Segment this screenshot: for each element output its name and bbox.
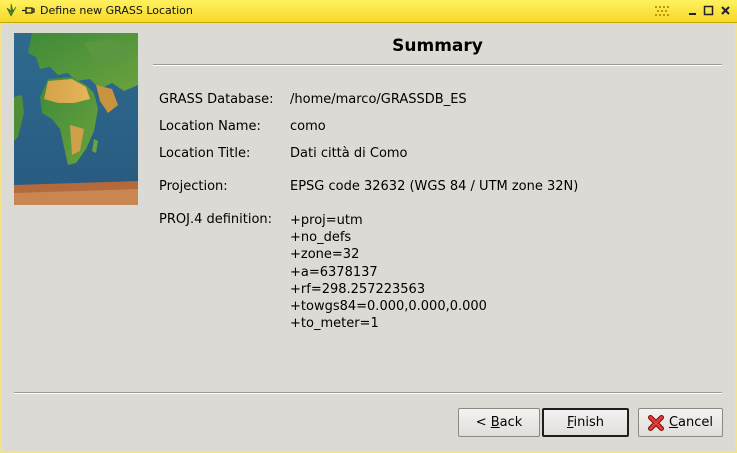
back-button[interactable]: < Back <box>458 408 540 437</box>
proj4-line: +a=6378137 <box>290 264 378 280</box>
finish-button-label: Finish <box>566 415 605 430</box>
location-name-label: Location Name: <box>159 119 261 134</box>
proj4-line: +zone=32 <box>290 247 360 263</box>
proj4-line: +towgs84=0.000,0.000,0.000 <box>290 299 487 315</box>
database-value: /home/marco/GRASSDB_ES <box>290 92 467 107</box>
database-label: GRASS Database: <box>159 92 274 107</box>
proj4-line: +no_defs <box>290 230 352 246</box>
page-title: Summary <box>392 36 483 56</box>
proj4-definition: +proj=utm +no_defs +zone=32 +a=6378137 +… <box>290 212 487 332</box>
finish-button[interactable]: Finish <box>542 408 629 437</box>
close-icon[interactable] <box>719 4 732 17</box>
minimize-icon[interactable] <box>686 4 699 17</box>
location-title-label: Location Title: <box>159 146 251 161</box>
proj4-line: +to_meter=1 <box>290 316 379 332</box>
back-button-label: < Back <box>475 415 523 430</box>
window-title: Define new GRASS Location <box>40 4 193 17</box>
grass-app-icon[interactable] <box>4 3 18 17</box>
title-divider <box>153 64 722 66</box>
proj4-line: +proj=utm <box>290 213 363 228</box>
location-title-value: Dati città di Como <box>290 146 408 161</box>
location-name-value: como <box>290 119 326 134</box>
titlebar-grip <box>655 6 669 16</box>
window-titlebar[interactable]: Define new GRASS Location <box>0 0 737 23</box>
proj4-line: +rf=298.257223563 <box>290 281 426 297</box>
projection-value: EPSG code 32632 (WGS 84 / UTM zone 32N) <box>290 179 579 194</box>
cancel-x-icon <box>647 414 664 431</box>
pin-icon[interactable] <box>21 4 35 17</box>
projection-label: Projection: <box>159 179 228 194</box>
window-frame-left <box>0 23 2 453</box>
earth-map-image <box>14 33 138 205</box>
button-divider <box>14 392 722 394</box>
proj4-label: PROJ.4 definition: <box>159 212 273 227</box>
maximize-icon[interactable] <box>702 4 715 17</box>
cancel-button[interactable]: Cancel <box>638 408 723 437</box>
cancel-button-label: Cancel <box>668 415 714 430</box>
